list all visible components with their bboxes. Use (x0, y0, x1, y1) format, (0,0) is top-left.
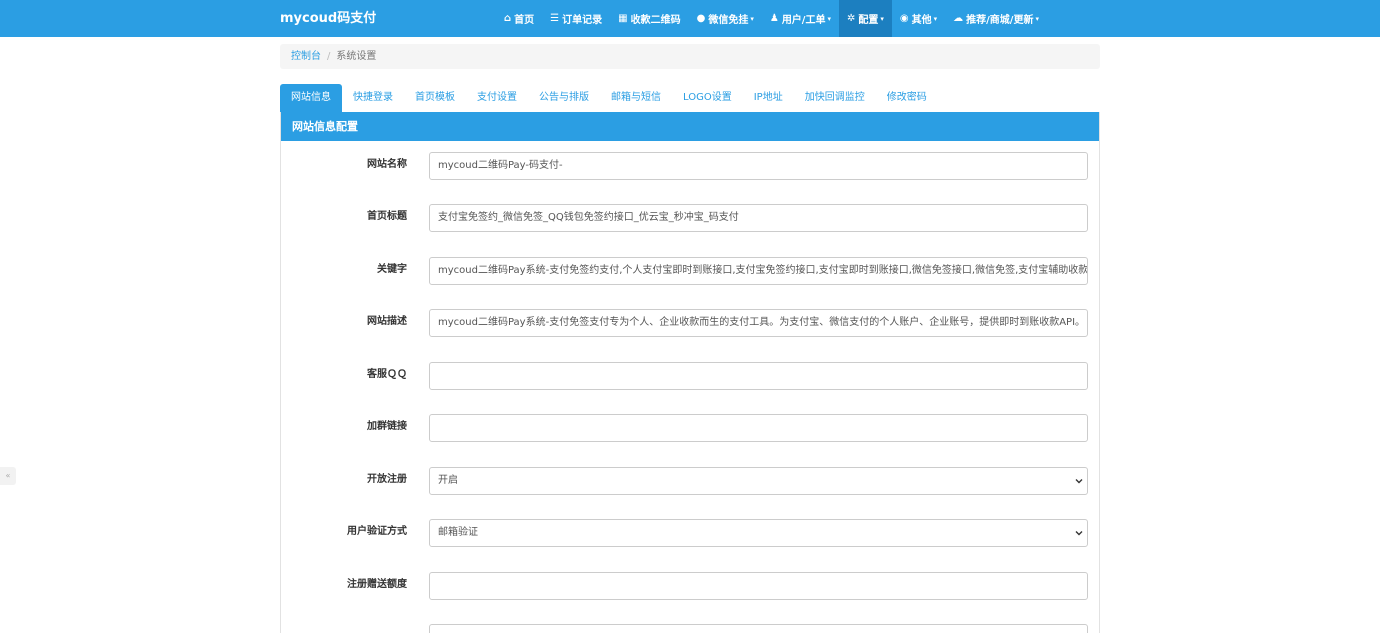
field-value: 支付宝免签约_微信免签_QQ钱包免签约接口_优云宝_秒冲宝_码支付 (438, 212, 739, 223)
form-row: 网站描述 mycoud二维码Pay系统-支付免签支付专为个人、企业收款而生的支付工… (281, 309, 1099, 337)
chevron-down-icon (1075, 479, 1083, 484)
nav-item-label: 微信免挂 (708, 15, 749, 26)
field-label: 注册赠送额度 (347, 579, 407, 590)
caret-down-icon: ▾ (827, 14, 831, 23)
text-input[interactable]: mycoud二维码Pay系统-支付免签支付专为个人、企业收款而生的支付工具。为支… (429, 309, 1088, 337)
field-value: 开启 (438, 475, 458, 486)
tab-6[interactable]: LOGO设置 (672, 84, 743, 112)
text-input[interactable] (429, 362, 1088, 390)
nav-item-label: 用户/工单 (781, 15, 826, 26)
field-value: 邮箱验证 (438, 527, 478, 538)
nav-item-gear[interactable]: ✲ 配置 ▾ (838, 0, 892, 37)
field-label: 客服ＱＱ (367, 369, 407, 380)
breadcrumb-separator: / (327, 51, 331, 62)
side-collapse-tab[interactable]: « (0, 467, 16, 485)
tab-3[interactable]: 支付设置 (466, 84, 528, 112)
tab-1[interactable]: 快捷登录 (342, 84, 404, 112)
select-field[interactable]: 邮箱验证 (429, 519, 1088, 547)
nav-item-label: 其他 (911, 15, 932, 26)
form-row: 客服ＱＱ (281, 362, 1099, 390)
text-input[interactable] (429, 414, 1088, 442)
breadcrumb-home-link[interactable]: 控制台 (291, 51, 321, 62)
form-row: 注册赠送额度 (281, 572, 1099, 600)
tab-5[interactable]: 邮箱与短信 (600, 84, 672, 112)
wechat-icon: ● (696, 13, 706, 24)
field-label: 关键字 (377, 264, 407, 275)
settings-tabs: 网站信息 快捷登录 首页模板 支付设置 公告与排版 邮箱与短信 LOGO设置 IP地址 加快回调… (280, 84, 938, 112)
tab-2[interactable]: 首页模板 (404, 84, 466, 112)
gear-icon: ✲ (846, 13, 856, 24)
text-input[interactable]: mycoud二维码Pay-码支付- (429, 152, 1088, 180)
nav-item-wechat[interactable]: ● 微信免挂 ▾ (689, 0, 762, 37)
brand-logo[interactable]: mycoud码支付 (280, 0, 376, 37)
tab-0[interactable]: 网站信息 (280, 84, 342, 112)
text-input[interactable]: mycoud二维码Pay系统-支付免签约支付,个人支付宝即时到账接口,支付宝免签… (429, 257, 1088, 285)
tab-9[interactable]: 修改密码 (876, 84, 938, 112)
field-label: 加群链接 (367, 421, 407, 432)
caret-down-icon: ▾ (933, 14, 938, 23)
nav-item-label: 收款二维码 (630, 15, 681, 26)
field-label: 首页标题 (367, 211, 407, 222)
panel-title: 网站信息配置 (281, 112, 1099, 141)
form-row: 开放注册 开启 (281, 467, 1099, 495)
field-label: 网站描述 (367, 316, 407, 327)
select-field[interactable]: 开启 (429, 467, 1088, 495)
form-row: 首页标题 支付宝免签约_微信免签_QQ钱包免签约接口_优云宝_秒冲宝_码支付 (281, 204, 1099, 232)
form-row (281, 624, 1099, 633)
caret-down-icon: ▾ (880, 14, 884, 23)
text-input[interactable]: 支付宝免签约_微信免签_QQ钱包免签约接口_优云宝_秒冲宝_码支付 (429, 204, 1088, 232)
chevron-down-icon (1075, 531, 1083, 536)
text-input[interactable] (429, 572, 1088, 600)
field-label: 开放注册 (367, 474, 407, 485)
text-input[interactable] (429, 624, 1088, 633)
settings-panel: 网站信息配置 网站名称 mycoud二维码Pay-码支付- 首页标题 支付宝免签约_微… (280, 112, 1100, 633)
form-row: 网站名称 mycoud二维码Pay-码支付- (281, 152, 1099, 180)
form-row: 关键字 mycoud二维码Pay系统-支付免签约支付,个人支付宝即时到账接口,支付… (281, 257, 1099, 285)
field-label: 用户验证方式 (347, 526, 407, 537)
qrcode-icon: ▦ (618, 13, 628, 24)
nav-item-qrcode[interactable]: ▦ 收款二维码 (610, 0, 688, 37)
caret-down-icon: ▾ (750, 14, 754, 23)
nav-item-label: 配置 (858, 15, 879, 26)
nav-item-label: 订单记录 (562, 15, 603, 26)
nav-item-label: 推荐/商城/更新 (966, 15, 1034, 26)
caret-down-icon: ▾ (1035, 14, 1039, 23)
nav-item-home[interactable]: ⌂ 首页 (496, 0, 542, 37)
list-icon: ☰ (550, 13, 560, 24)
tab-4[interactable]: 公告与排版 (528, 84, 600, 112)
tab-8[interactable]: 加快回调监控 (794, 84, 876, 112)
main-nav: ⌂ 首页 ☰ 订单记录 ▦ 收款二维码 ● 微信免挂 ▾ ♟ 用户/工单 ▾ ✲ 配置 ▾ ◉ 其他 ▾ ☁ 推荐/商… (496, 0, 1047, 37)
tab-7[interactable]: IP地址 (743, 84, 794, 112)
globe-icon: ◉ (899, 13, 909, 24)
home-icon: ⌂ (504, 13, 512, 24)
form-row: 加群链接 (281, 414, 1099, 442)
field-label: 网站名称 (367, 159, 407, 170)
nav-item-label: 首页 (514, 15, 535, 26)
breadcrumb: 控制台 / 系统设置 (280, 44, 1100, 69)
nav-item-user[interactable]: ♟ 用户/工单 ▾ (762, 0, 839, 37)
nav-item-globe[interactable]: ◉ 其他 ▾ (892, 0, 945, 37)
form-row: 用户验证方式 邮箱验证 (281, 519, 1099, 547)
field-value: mycoud二维码Pay系统-支付免签支付专为个人、企业收款而生的支付工具。为支… (438, 317, 1086, 328)
user-icon: ♟ (769, 13, 779, 24)
nav-item-list[interactable]: ☰ 订单记录 (542, 0, 610, 37)
field-value: mycoud二维码Pay-码支付- (438, 160, 563, 171)
cloud-icon: ☁ (953, 13, 964, 24)
nav-item-cloud[interactable]: ☁ 推荐/商城/更新 ▾ (945, 0, 1047, 37)
top-navbar: mycoud码支付 ⌂ 首页 ☰ 订单记录 ▦ 收款二维码 ● 微信免挂 ▾ ♟ 用户/工单 ▾ ✲ 配置… (0, 0, 1380, 37)
field-value: mycoud二维码Pay系统-支付免签约支付,个人支付宝即时到账接口,支付宝免签… (438, 265, 1088, 276)
breadcrumb-current: 系统设置 (336, 51, 377, 62)
